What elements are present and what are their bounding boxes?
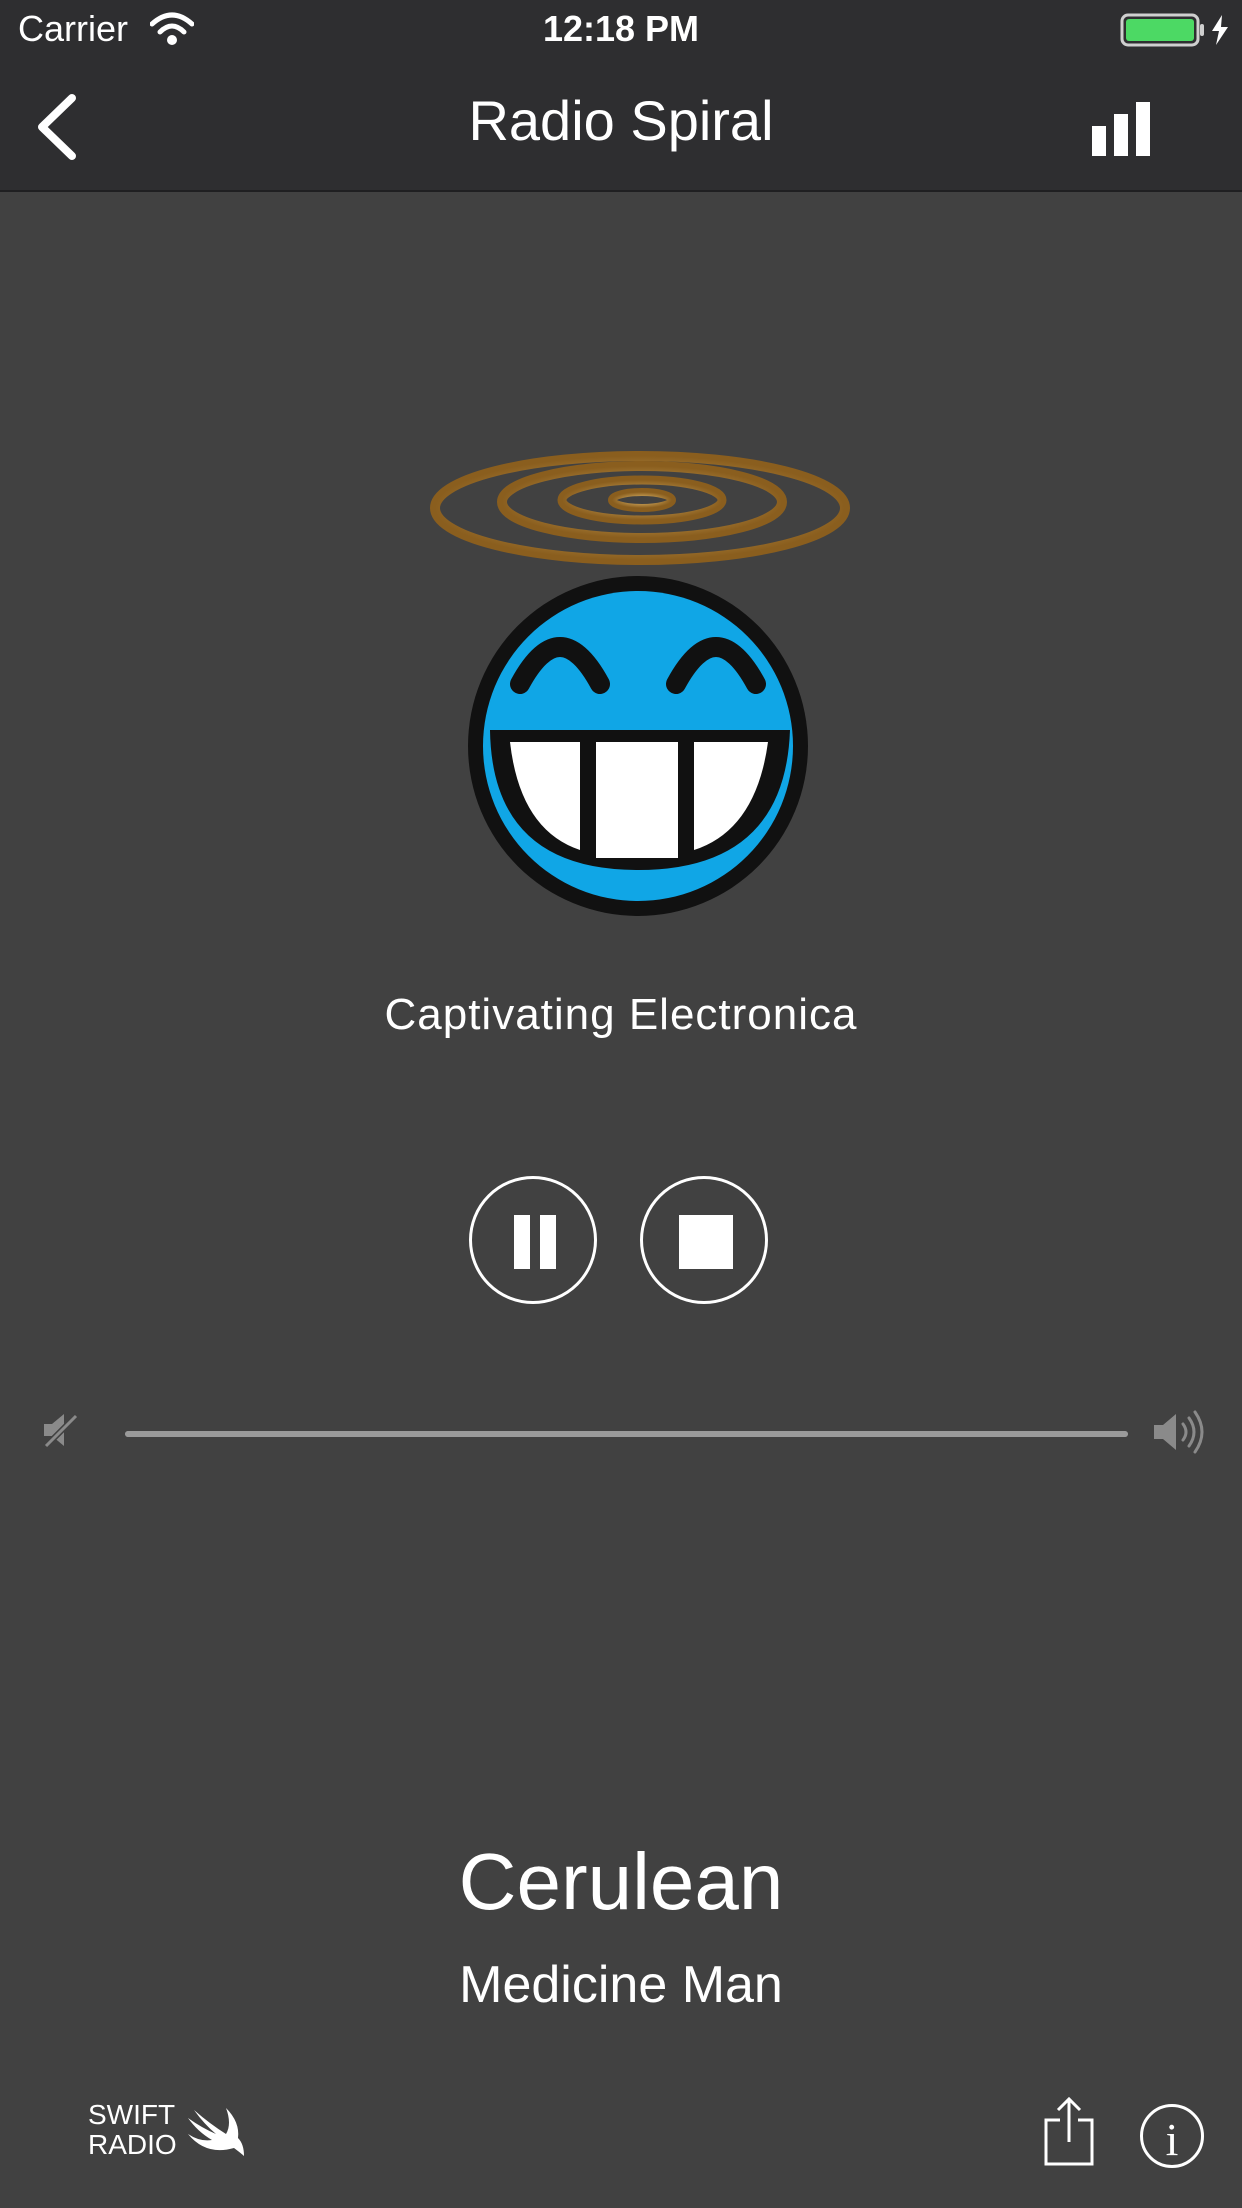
stop-icon — [679, 1215, 733, 1269]
share-icon — [1044, 2096, 1094, 2166]
station-logo — [420, 430, 860, 930]
volume-slider-fill — [125, 1431, 1128, 1437]
equalizer-bars-icon — [1092, 102, 1150, 156]
volume-slider[interactable] — [125, 1431, 1128, 1437]
artist-name: Medicine Man — [459, 1956, 783, 2014]
spiral-halo-icon — [430, 451, 850, 565]
clock: 12:18 PM — [542, 8, 700, 49]
swift-bird-icon — [188, 2108, 244, 2156]
smiley-face-icon — [468, 576, 808, 916]
volume-max-icon — [1152, 1408, 1206, 1461]
info-button[interactable]: i — [1140, 2104, 1204, 2168]
stop-button[interactable] — [640, 1176, 768, 1304]
info-icon: i — [1165, 2114, 1179, 2165]
pause-button[interactable] — [469, 1176, 597, 1304]
song-title: Cerulean — [458, 1837, 784, 1926]
swift-radio-logo: SWIFT RADIO — [88, 2100, 258, 2162]
swift-radio-logo-text: SWIFT RADIO — [88, 2099, 177, 2160]
now-playing-bars-button[interactable] — [1088, 100, 1152, 160]
battery-icon — [1120, 13, 1232, 52]
station-description: Captivating Electronica — [384, 990, 858, 1039]
navigation-bar: Carrier 12:18 PM Radio Spiral — [0, 0, 1242, 192]
volume-mute-icon — [40, 1408, 84, 1457]
share-button[interactable] — [1040, 2096, 1100, 2173]
status-bar: Carrier 12:18 PM — [0, 0, 1242, 62]
page-title: Radio Spiral — [468, 89, 774, 152]
